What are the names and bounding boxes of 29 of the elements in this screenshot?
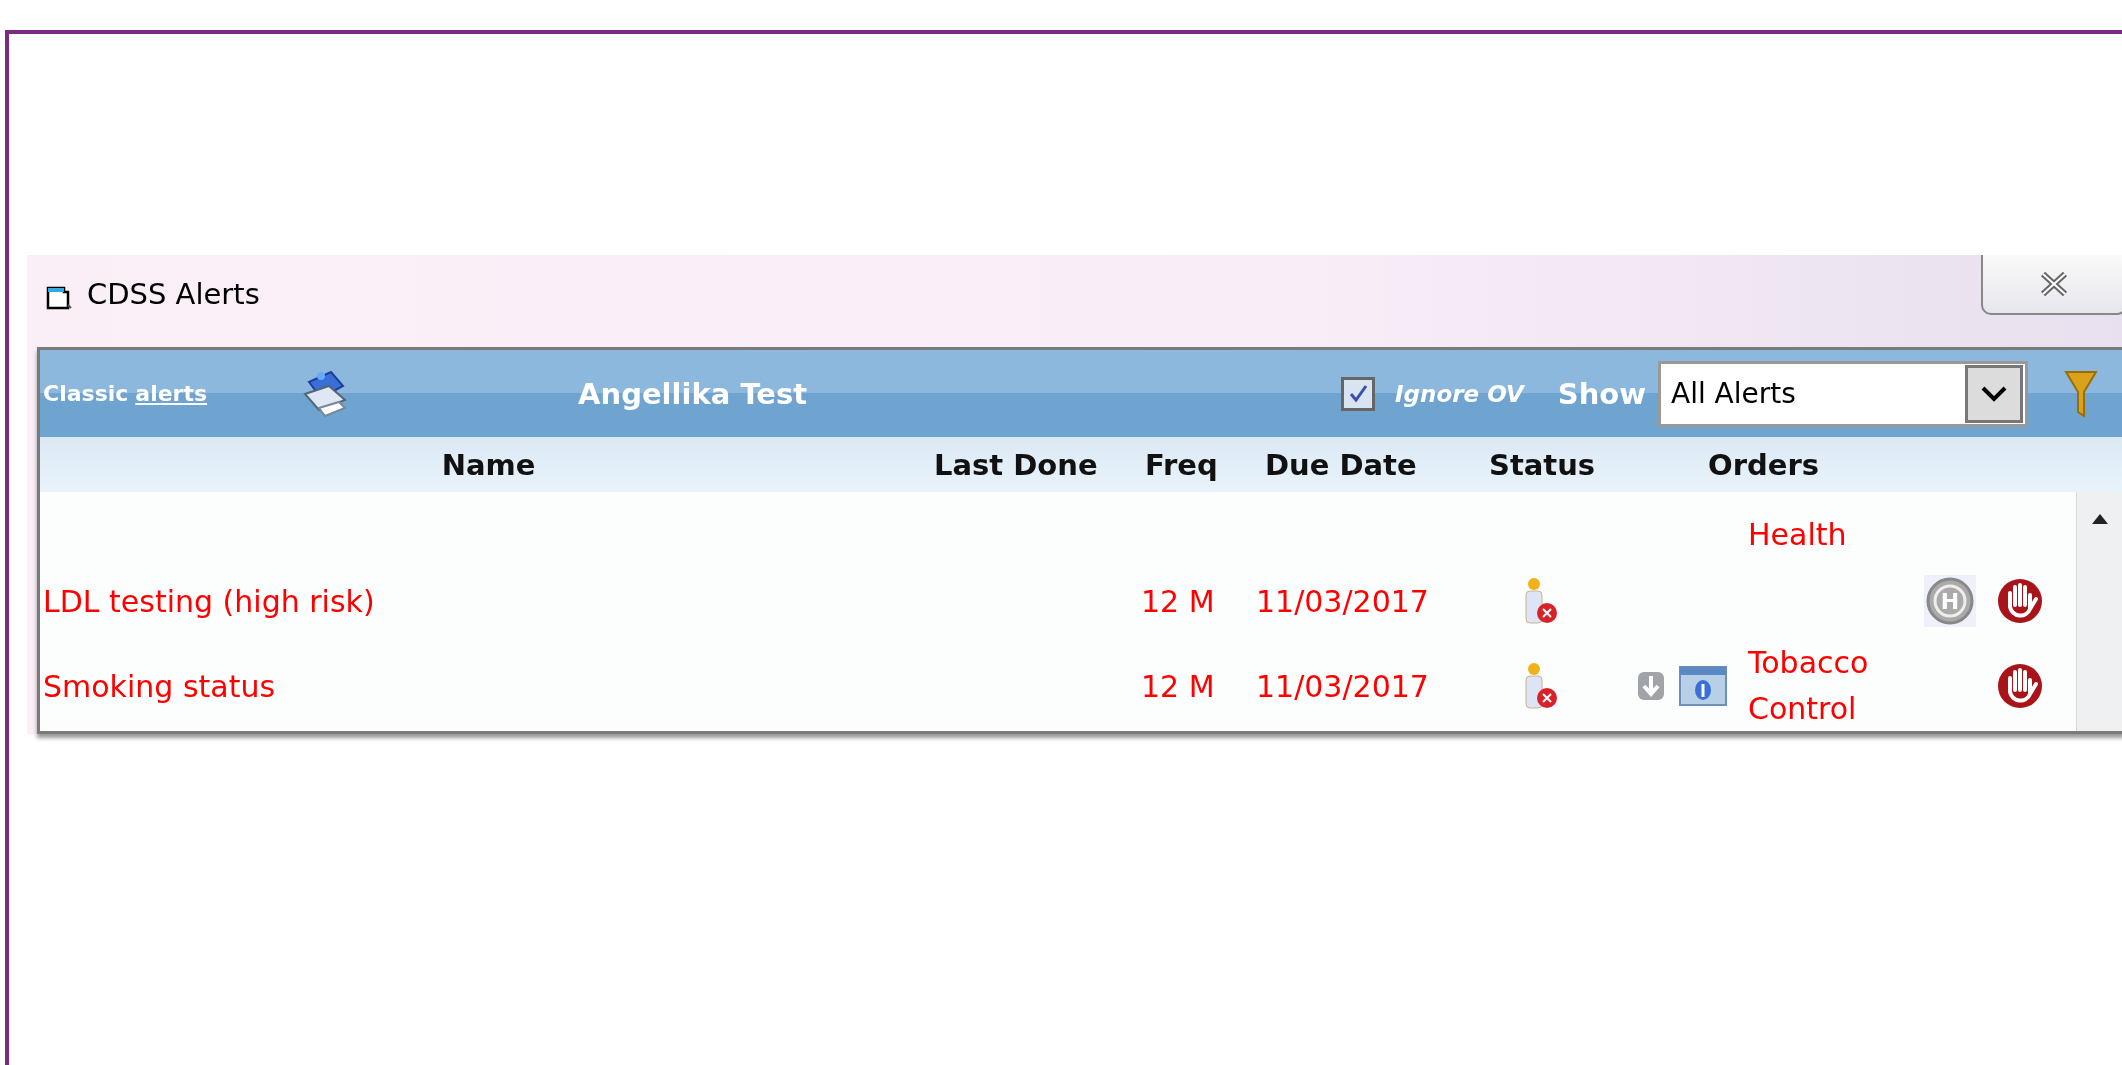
column-header[interactable]: Status <box>1489 447 1708 482</box>
frequency: 12 M <box>1141 583 1215 619</box>
alert-name: Smoking status <box>43 668 276 704</box>
info-icon[interactable] <box>1679 666 1727 706</box>
frequency: 12 M <box>1141 668 1215 704</box>
classic-label: Classic <box>43 381 129 406</box>
column-header[interactable]: Last Done <box>934 447 1145 482</box>
show-dropdown[interactable]: All Alerts <box>1658 360 2028 427</box>
column-header[interactable]: Orders <box>1708 447 2122 482</box>
due-date: 11/03/2017 <box>1256 668 1429 704</box>
scroll-up-icon[interactable] <box>2089 512 2110 526</box>
person-icon[interactable] <box>1522 662 1558 710</box>
close-button[interactable] <box>1981 255 2122 315</box>
ignore-checkbox[interactable] <box>1341 376 1376 411</box>
ignore-label: Ignore OV <box>1395 380 1524 407</box>
person-icon[interactable] <box>1522 577 1558 625</box>
column-header[interactable]: Name <box>441 447 536 482</box>
checkmark-icon <box>1347 382 1370 405</box>
caret-icon <box>1980 384 2008 403</box>
column-header[interactable]: Freq <box>1145 447 1265 482</box>
column-header[interactable]: Due Date <box>1265 447 1489 482</box>
window-title: CDSS Alerts <box>87 277 260 311</box>
window-icon <box>45 285 73 311</box>
alert-name: LDL testing (high risk) <box>43 583 375 619</box>
show-label: Show <box>1557 376 1646 411</box>
patient-name: Angellika Test <box>578 376 808 411</box>
order-text[interactable]: Health <box>1748 512 1868 562</box>
order-text[interactable]: Tobacco Control <box>1748 640 1868 732</box>
due-date: 11/03/2017 <box>1256 583 1429 619</box>
